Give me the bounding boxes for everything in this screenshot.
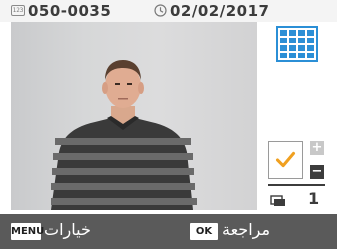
photo-preview[interactable] — [11, 22, 257, 210]
person-image — [51, 60, 197, 210]
select-checkbox[interactable] — [268, 141, 303, 179]
date-display: 02/02/2017 — [170, 2, 270, 20]
footer-bar: MENU خيارات OK مراجعة — [0, 214, 337, 249]
checkmark-icon — [275, 151, 296, 168]
copies-icon — [270, 195, 285, 206]
copies-count: 1 — [308, 189, 320, 208]
review-label[interactable]: مراجعة — [222, 220, 270, 239]
ok-key-badge[interactable]: OK — [190, 223, 218, 240]
folder-icon: 123 — [11, 5, 25, 16]
clock-icon — [154, 4, 167, 17]
folder-number: 050-0035 — [28, 2, 112, 20]
menu-key-badge[interactable]: MENU — [11, 223, 44, 240]
divider — [268, 184, 325, 186]
grid-view-icon[interactable] — [276, 26, 318, 62]
status-bar: 123 050-0035 02/02/2017 — [0, 0, 337, 22]
decrease-copies-button[interactable]: − — [310, 165, 324, 179]
increase-copies-button[interactable]: + — [310, 141, 324, 155]
options-label[interactable]: خيارات — [44, 220, 91, 239]
